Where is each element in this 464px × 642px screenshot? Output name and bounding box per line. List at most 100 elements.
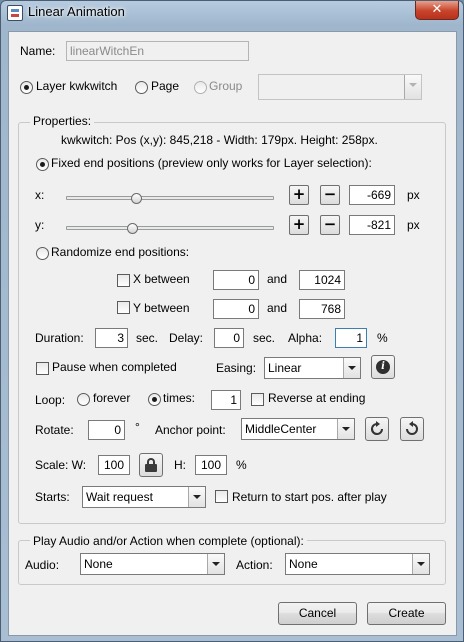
chevron-down-icon: [412, 554, 429, 574]
x-plus-button[interactable]: +: [289, 185, 309, 205]
y-minus-button[interactable]: −: [320, 215, 340, 235]
y-between-max-field[interactable]: 768: [299, 299, 345, 319]
cancel-button[interactable]: Cancel: [278, 602, 357, 625]
y-value-field[interactable]: -821: [349, 215, 395, 235]
page-radio-label[interactable]: Page: [151, 79, 179, 93]
rotate-cw-icon: [371, 421, 383, 435]
chevron-down-icon: [188, 487, 205, 507]
loop-times-label[interactable]: times:: [163, 391, 195, 405]
scale-w-label: Scale: W:: [35, 458, 87, 472]
rotate-label: Rotate:: [35, 423, 74, 437]
return-label[interactable]: Return to start pos. after play: [232, 490, 387, 504]
y-slider[interactable]: [66, 226, 274, 230]
starts-select-value: Wait request: [86, 490, 153, 504]
rotate-field[interactable]: 0: [88, 420, 125, 440]
audio-select[interactable]: None: [80, 553, 225, 575]
easing-select[interactable]: Linear: [264, 357, 361, 379]
delay-label: Delay:: [169, 331, 204, 345]
alpha-label: Alpha:: [288, 331, 323, 345]
loop-forever-radio[interactable]: [77, 393, 90, 406]
y-unit: px: [407, 218, 420, 232]
y-label: y:: [35, 218, 45, 232]
play-group-title: Play Audio and/or Action when complete (…: [30, 534, 307, 548]
scale-unit: %: [236, 458, 247, 472]
y-plus-button[interactable]: +: [289, 215, 309, 235]
chevron-down-icon: [207, 554, 224, 574]
lock-icon: [145, 458, 157, 472]
group-radio-label: Group: [209, 79, 243, 93]
x-label: x:: [35, 188, 45, 202]
pause-label[interactable]: Pause when completed: [52, 360, 177, 374]
dialog-content: Name: linearWitchEn Layer kwkwitch Page …: [8, 31, 457, 636]
x-between-label[interactable]: X between: [133, 272, 190, 286]
x-between-checkbox[interactable]: [117, 274, 130, 287]
scale-w-field[interactable]: 100: [98, 455, 130, 475]
dialog-window: Linear Animation ✕ Name: linearWitchEn L…: [0, 0, 464, 642]
reverse-checkbox[interactable]: [251, 393, 264, 406]
chevron-down-icon: [337, 419, 354, 439]
action-select[interactable]: None: [285, 553, 430, 575]
anchor-label: Anchor point:: [155, 423, 226, 437]
randomize-label[interactable]: Randomize end positions:: [51, 245, 189, 259]
page-radio[interactable]: [135, 81, 148, 94]
chevron-down-icon: [343, 358, 360, 378]
rotate-ccw-button[interactable]: [400, 417, 424, 441]
y-slider-thumb[interactable]: [127, 223, 138, 234]
pause-checkbox[interactable]: [36, 362, 49, 375]
x-value-field[interactable]: -669: [349, 185, 395, 205]
return-checkbox[interactable]: [215, 490, 228, 503]
starts-label: Starts:: [35, 490, 70, 504]
starts-select[interactable]: Wait request: [82, 486, 206, 508]
title-bar[interactable]: Linear Animation ✕: [1, 1, 463, 25]
layer-radio-label[interactable]: Layer kwkwitch: [36, 79, 117, 93]
duration-label: Duration:: [35, 331, 84, 345]
rotate-unit: °: [135, 420, 140, 434]
scale-h-field[interactable]: 100: [195, 455, 227, 475]
fixed-positions-label[interactable]: Fixed end positions (preview only works …: [51, 156, 372, 170]
easing-info-button[interactable]: i: [371, 355, 395, 379]
duration-field[interactable]: 3: [95, 328, 128, 348]
x-between-max-field[interactable]: 1024: [299, 270, 345, 290]
window-title: Linear Animation: [28, 4, 125, 19]
y-between-label[interactable]: Y between: [133, 301, 190, 315]
anchor-select[interactable]: MiddleCenter: [241, 418, 355, 440]
audio-label: Audio:: [25, 558, 60, 572]
x-slider[interactable]: [66, 196, 274, 200]
x-slider-thumb[interactable]: [131, 193, 142, 204]
action-select-value: None: [289, 557, 318, 571]
duration-unit: sec.: [136, 331, 159, 345]
loop-times-radio[interactable]: [148, 393, 161, 406]
delay-unit: sec.: [253, 331, 276, 345]
name-field[interactable]: linearWitchEn: [66, 41, 249, 61]
info-icon: i: [376, 360, 390, 374]
scale-lock-button[interactable]: [139, 453, 163, 477]
x-and-label: and: [267, 272, 288, 286]
alpha-field[interactable]: 1: [335, 328, 367, 348]
loop-label: Loop:: [35, 393, 66, 407]
fixed-positions-radio[interactable]: [36, 158, 49, 171]
scale-h-label: H:: [174, 458, 186, 472]
create-button[interactable]: Create: [367, 602, 446, 625]
y-between-checkbox[interactable]: [117, 301, 130, 314]
layer-info: kwkwitch: Pos (x,y): 845,218 - Width: 17…: [61, 133, 378, 147]
rotate-ccw-icon: [406, 421, 418, 435]
group-radio[interactable]: [194, 81, 207, 94]
delay-field[interactable]: 0: [214, 328, 244, 348]
rotate-cw-button[interactable]: [365, 417, 389, 441]
reverse-label[interactable]: Reverse at ending: [268, 391, 365, 405]
chevron-down-icon: [404, 75, 421, 99]
loop-forever-label[interactable]: forever: [93, 391, 130, 405]
loop-times-field[interactable]: 1: [211, 390, 241, 410]
randomize-radio[interactable]: [36, 247, 49, 260]
x-between-min-field[interactable]: 0: [213, 270, 259, 290]
properties-title: Properties:: [30, 114, 95, 128]
easing-label: Easing:: [216, 361, 257, 375]
close-button[interactable]: ✕: [415, 1, 459, 20]
action-label: Action:: [236, 558, 273, 572]
app-icon: [7, 5, 23, 21]
easing-select-value: Linear: [268, 361, 302, 375]
x-minus-button[interactable]: −: [320, 185, 340, 205]
name-label: Name:: [20, 44, 56, 58]
layer-radio[interactable]: [20, 81, 33, 94]
y-between-min-field[interactable]: 0: [213, 299, 259, 319]
